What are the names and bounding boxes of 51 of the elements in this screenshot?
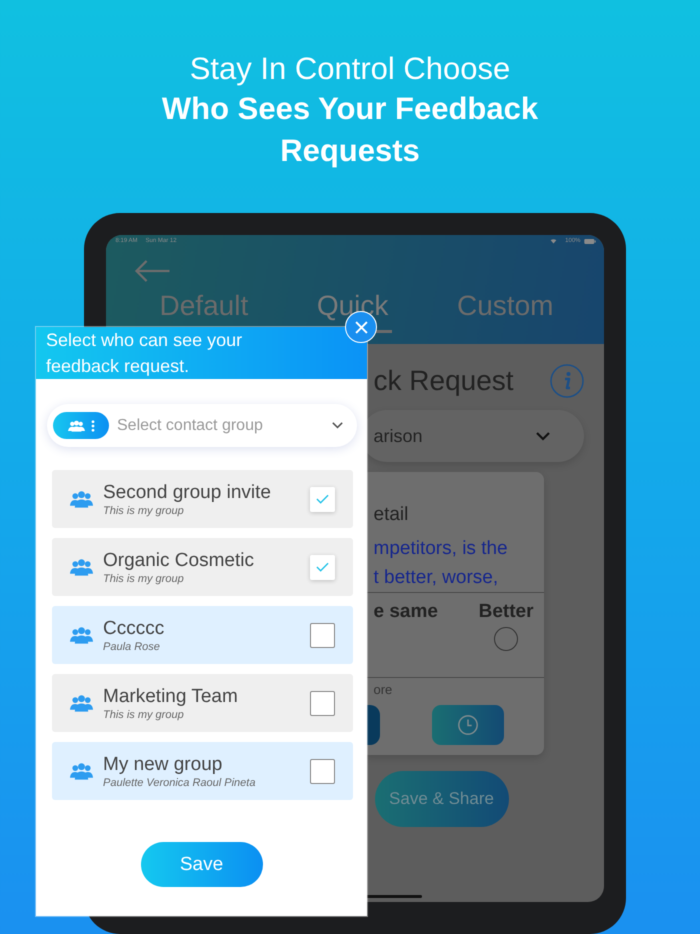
group-subtitle: This is my group bbox=[103, 708, 185, 722]
check-icon bbox=[316, 562, 329, 572]
group-icon bbox=[68, 420, 84, 432]
group-row[interactable]: Marketing Team This is my group bbox=[52, 674, 353, 732]
headline-emphasis: Who Sees Your Feedback Requests bbox=[160, 90, 540, 170]
group-icon bbox=[70, 694, 93, 712]
group-subtitle: This is my group bbox=[103, 572, 185, 586]
group-icon bbox=[70, 762, 93, 780]
group-name: Second group invite bbox=[103, 480, 272, 504]
question-text: mpetitors, is the bbox=[374, 537, 509, 561]
back-arrow-icon[interactable] bbox=[134, 260, 172, 282]
group-icon bbox=[70, 490, 93, 508]
group-row[interactable]: My new group Paulette Veronica Raoul Pineta bbox=[52, 742, 353, 800]
option-label: Better bbox=[478, 601, 534, 623]
clock-icon bbox=[456, 714, 478, 736]
checkbox[interactable] bbox=[310, 690, 335, 716]
checkbox[interactable] bbox=[310, 622, 335, 648]
more-icon bbox=[90, 420, 94, 432]
group-icon bbox=[70, 626, 93, 644]
checkbox[interactable] bbox=[310, 554, 335, 580]
headline-text: Stay In Control Choose bbox=[188, 50, 512, 88]
group-row[interactable]: Cccccc Paula Rose bbox=[52, 606, 353, 664]
tab[interactable]: Custom bbox=[453, 290, 558, 333]
save-button[interactable]: Save bbox=[140, 842, 262, 887]
option-label: e same bbox=[374, 601, 438, 623]
question-text: t better, worse, bbox=[374, 566, 500, 590]
group-row[interactable]: Organic Cosmetic This is my group bbox=[52, 538, 353, 596]
checkbox[interactable] bbox=[310, 758, 335, 784]
radio-button[interactable] bbox=[494, 627, 518, 651]
close-icon bbox=[354, 320, 368, 334]
check-icon bbox=[316, 494, 329, 504]
save-share-button[interactable]: Save & Share bbox=[374, 771, 508, 827]
chevron-icon bbox=[536, 432, 550, 440]
group-subtitle: This is my group bbox=[103, 504, 185, 518]
group-row[interactable]: Second group invite This is my group bbox=[52, 470, 353, 528]
checkbox[interactable] bbox=[310, 486, 335, 512]
clock-button[interactable] bbox=[432, 705, 504, 745]
wifi-icon bbox=[550, 238, 558, 244]
screen-title: ck Request bbox=[374, 365, 514, 397]
chevron-icon bbox=[332, 422, 343, 429]
note-text: ore bbox=[374, 682, 394, 697]
group-name: Marketing Team bbox=[103, 684, 239, 708]
group-subtitle: Paulette Veronica Raoul Pineta bbox=[103, 776, 256, 790]
group-select-field[interactable]: Select contact group bbox=[47, 404, 357, 447]
battery-icon bbox=[584, 238, 596, 244]
card-heading: etail bbox=[374, 504, 410, 526]
group-icon bbox=[70, 558, 93, 576]
group-name: My new group bbox=[103, 752, 224, 776]
group-name: Organic Cosmetic bbox=[103, 548, 255, 572]
group-subtitle: Paula Rose bbox=[103, 640, 161, 654]
group-name: Cccccc bbox=[103, 616, 166, 640]
